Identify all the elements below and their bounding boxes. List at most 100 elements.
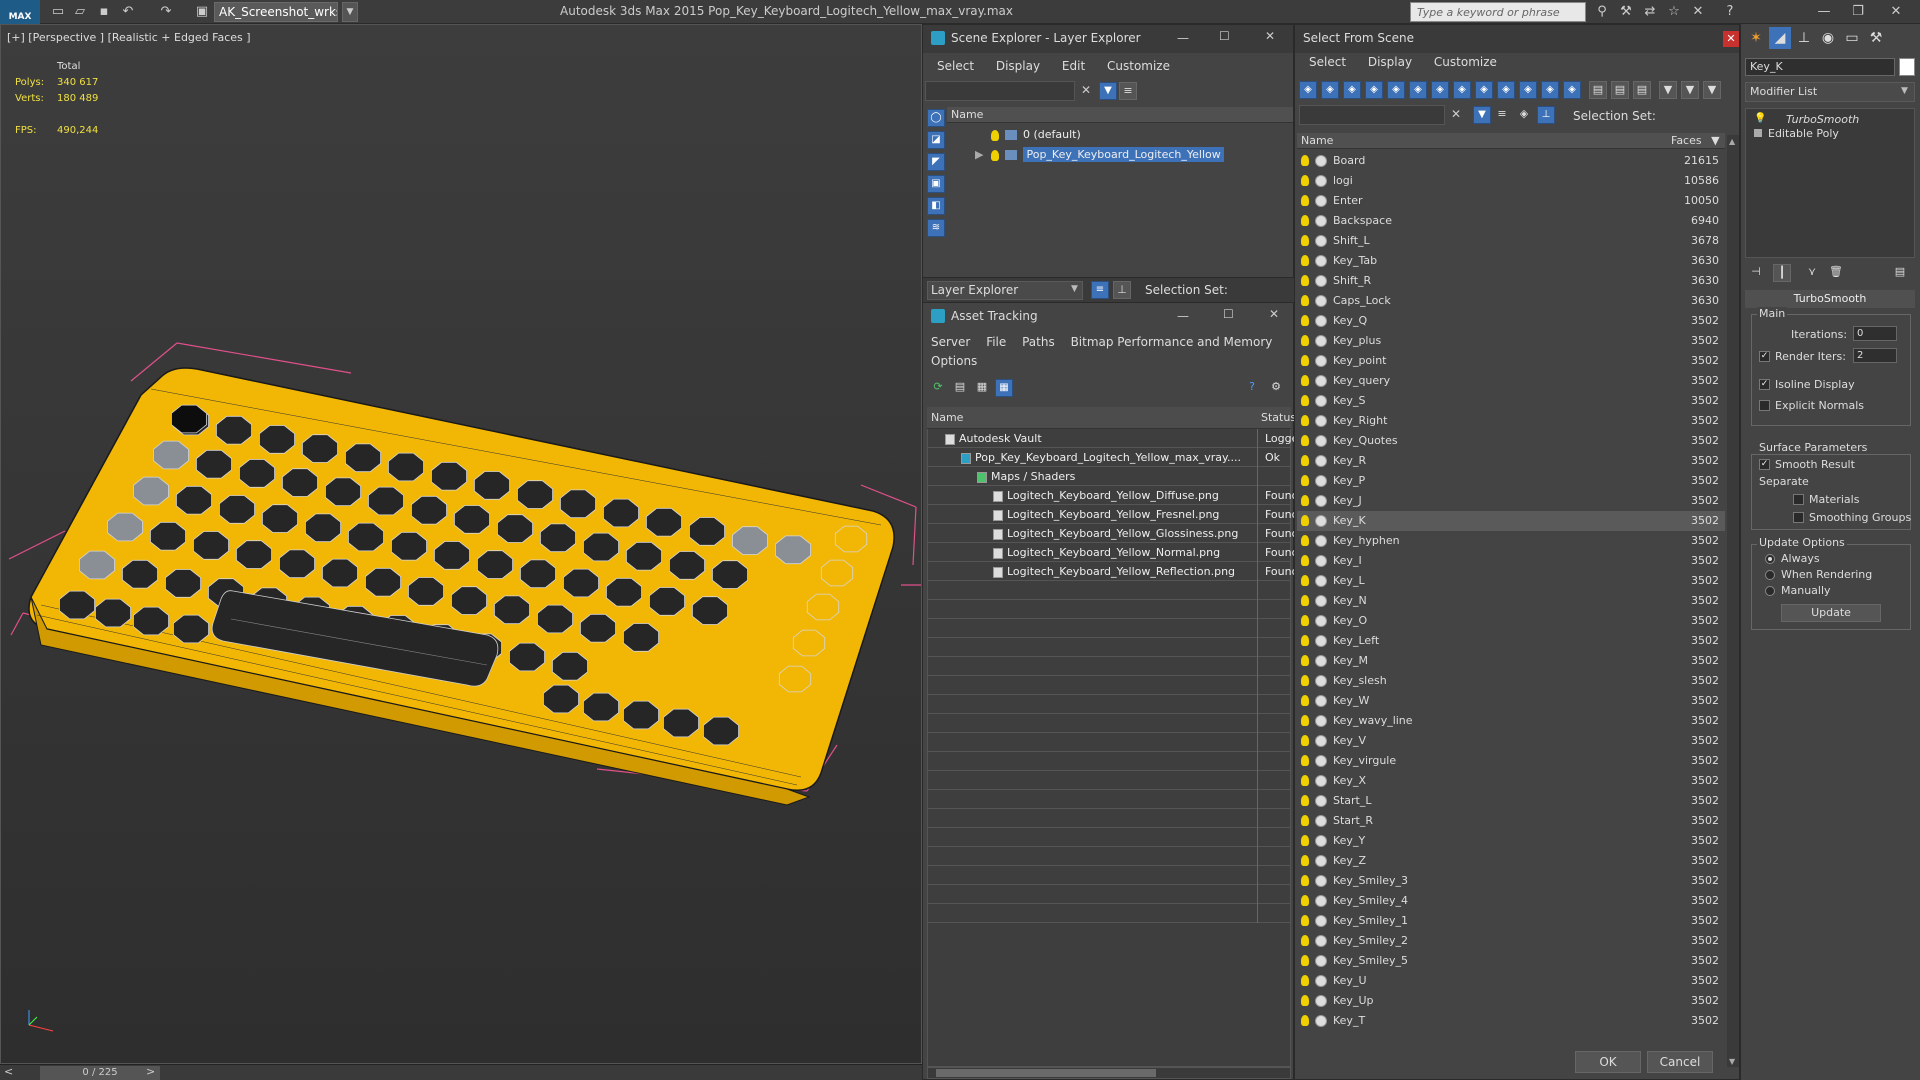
hierarchy-icon[interactable]: ⊥ xyxy=(1113,281,1131,299)
save-icon[interactable]: ▪ xyxy=(96,4,112,20)
bulb-icon[interactable] xyxy=(1301,855,1309,866)
display-spacewarps-icon[interactable]: ◈ xyxy=(1409,81,1427,99)
display-cameras-icon[interactable]: ◈ xyxy=(1365,81,1383,99)
menu-server[interactable]: Server xyxy=(931,335,970,349)
object-row[interactable]: Key_wavy_line 3502 xyxy=(1297,711,1725,731)
menu-file[interactable]: File xyxy=(986,335,1006,349)
scene-search-input[interactable] xyxy=(1299,105,1445,125)
configure-sets-icon[interactable]: ▤ xyxy=(1891,264,1909,282)
bulb-icon[interactable] xyxy=(1301,655,1309,666)
column-header-status[interactable]: Status xyxy=(1257,407,1296,429)
display-helpers-icon[interactable]: ◧ xyxy=(927,197,945,215)
object-row[interactable]: Key_U 3502 xyxy=(1297,971,1725,991)
minimize-icon[interactable]: — xyxy=(1808,2,1840,22)
column-header-name[interactable]: Name xyxy=(947,107,1293,123)
bulb-icon[interactable] xyxy=(1301,295,1309,306)
scrollbar-thumb[interactable] xyxy=(936,1069,1156,1077)
object-row[interactable]: Key_S 3502 xyxy=(1297,391,1725,411)
asset-row[interactable] xyxy=(927,904,1291,923)
exchange-icon[interactable]: ⇄ xyxy=(1642,4,1658,20)
asset-row[interactable] xyxy=(927,752,1291,771)
asset-row[interactable] xyxy=(927,695,1291,714)
sort-icon[interactable]: ▼ xyxy=(1681,81,1699,99)
minimize-icon[interactable]: — xyxy=(1177,309,1189,323)
minimize-icon[interactable]: — xyxy=(1177,31,1189,45)
grid-view-icon[interactable]: ▦ xyxy=(995,379,1013,397)
object-row[interactable]: Board 21615 xyxy=(1297,151,1725,171)
object-row[interactable]: Key_X 3502 xyxy=(1297,771,1725,791)
asset-row[interactable] xyxy=(927,866,1291,885)
object-row[interactable]: Key_P 3502 xyxy=(1297,471,1725,491)
asset-row[interactable] xyxy=(927,828,1291,847)
bulb-icon[interactable] xyxy=(1301,335,1309,346)
bulb-icon[interactable] xyxy=(1301,995,1309,1006)
when-rendering-radio[interactable] xyxy=(1765,570,1775,580)
close-icon[interactable]: ✕ xyxy=(1269,307,1279,321)
object-row[interactable]: Key_Smiley_5 3502 xyxy=(1297,951,1725,971)
asset-row[interactable] xyxy=(927,733,1291,752)
bulb-icon[interactable] xyxy=(1301,395,1309,406)
asset-row[interactable]: Logitech_Keyboard_Yellow_Diffuse.png Foun… xyxy=(927,486,1299,505)
select-all-icon[interactable]: ▤ xyxy=(1589,81,1607,99)
time-slider[interactable]: 0 / 225 xyxy=(40,1066,160,1080)
bulb-icon[interactable] xyxy=(1301,675,1309,686)
object-row[interactable]: Start_L 3502 xyxy=(1297,791,1725,811)
bulb-icon[interactable] xyxy=(1301,375,1309,386)
keyboard-model[interactable] xyxy=(1,25,921,1063)
render-iters-checkbox[interactable]: ✓ xyxy=(1759,351,1770,362)
update-button[interactable]: Update xyxy=(1781,604,1881,622)
object-color-swatch[interactable] xyxy=(1899,58,1915,76)
object-row[interactable]: Key_Q 3502 xyxy=(1297,311,1725,331)
maximize-icon[interactable]: ☐ xyxy=(1219,29,1230,43)
maximize-icon[interactable]: ☐ xyxy=(1223,307,1234,321)
list-view-icon[interactable]: ▤ xyxy=(951,379,969,397)
menu-bitmap-performance[interactable]: Bitmap Performance and Memory xyxy=(1071,335,1273,349)
object-row[interactable]: Key_T 3502 xyxy=(1297,1011,1725,1031)
asset-row[interactable]: Maps / Shaders xyxy=(927,467,1291,486)
bulb-icon[interactable] xyxy=(1301,735,1309,746)
layer-row[interactable]: ▶ Pop_Key_Keyboard_Logitech_Yellow xyxy=(947,146,1293,164)
pin-stack-icon[interactable]: ⊣ xyxy=(1747,264,1765,282)
asset-tracking-titlebar[interactable]: Asset Tracking xyxy=(923,303,1293,331)
bulb-icon[interactable] xyxy=(991,129,999,141)
bulb-icon[interactable] xyxy=(1301,155,1309,166)
make-unique-icon[interactable]: ⋎ xyxy=(1803,264,1821,282)
table-view-icon[interactable]: ▦ xyxy=(973,379,991,397)
column-header-faces[interactable]: Faces ▼ xyxy=(1667,133,1725,149)
scene-search-input[interactable] xyxy=(925,81,1075,101)
object-row[interactable]: Shift_L 3678 xyxy=(1297,231,1725,251)
chevron-down-icon[interactable]: ▼ xyxy=(1071,284,1078,294)
object-row[interactable]: Key_Left 3502 xyxy=(1297,631,1725,651)
explorer-type-dropdown[interactable]: Layer Explorer xyxy=(927,281,1083,300)
asset-row[interactable] xyxy=(927,676,1291,695)
workspace-dropdown[interactable]: AK_Screenshot_wrksp xyxy=(214,2,338,22)
bulb-icon[interactable] xyxy=(1301,575,1309,586)
object-row[interactable]: Key_Right 3502 xyxy=(1297,411,1725,431)
bulb-icon[interactable] xyxy=(1301,215,1309,226)
asset-row[interactable] xyxy=(927,847,1291,866)
render-iters-spinner[interactable]: 2 xyxy=(1853,348,1897,363)
object-row[interactable]: Key_K 3502 xyxy=(1297,511,1725,531)
refresh-icon[interactable]: ⟳ xyxy=(929,379,947,397)
bulb-icon[interactable] xyxy=(1301,535,1309,546)
help-icon[interactable]: ? xyxy=(1243,379,1261,397)
communication-icon[interactable]: ✕ xyxy=(1690,4,1706,20)
help-icon[interactable]: ? xyxy=(1722,4,1738,20)
object-row[interactable]: Start_R 3502 xyxy=(1297,811,1725,831)
materials-checkbox[interactable] xyxy=(1793,494,1804,505)
close-icon[interactable]: ✕ xyxy=(1880,2,1912,22)
bulb-icon[interactable] xyxy=(1301,195,1309,206)
object-row[interactable]: Enter 10050 xyxy=(1297,191,1725,211)
bulb-icon[interactable] xyxy=(1301,355,1309,366)
filter-icon[interactable]: ▼ xyxy=(1473,106,1491,124)
object-row[interactable]: Key_Y 3502 xyxy=(1297,831,1725,851)
horizontal-scrollbar[interactable] xyxy=(927,1067,1291,1079)
select-invert-icon[interactable]: ▤ xyxy=(1633,81,1651,99)
bulb-icon[interactable] xyxy=(1301,815,1309,826)
object-row[interactable]: logi 10586 xyxy=(1297,171,1725,191)
turbosmooth-rollout-title[interactable]: TurboSmooth xyxy=(1745,290,1915,308)
bulb-icon[interactable] xyxy=(1301,975,1309,986)
clear-search-icon[interactable]: ✕ xyxy=(1451,107,1461,121)
asset-row[interactable] xyxy=(927,657,1291,676)
chevron-down-icon[interactable]: ▼ xyxy=(1901,86,1908,96)
